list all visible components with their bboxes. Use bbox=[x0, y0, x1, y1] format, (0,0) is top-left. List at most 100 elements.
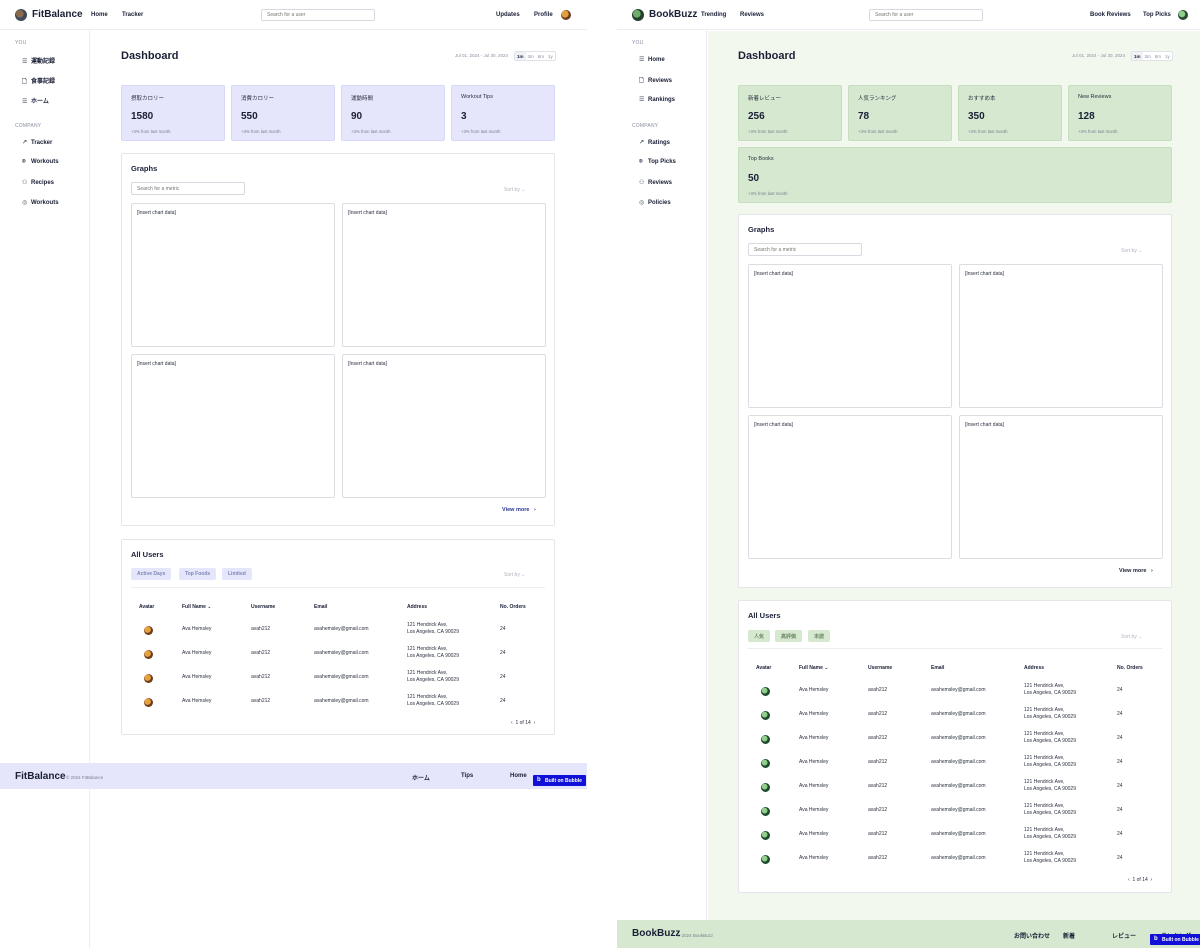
metric-search-input[interactable] bbox=[748, 243, 862, 256]
user-search-input[interactable] bbox=[869, 9, 983, 21]
row-email: avahemsley@gmail.com bbox=[314, 698, 369, 704]
sidebar-item-home[interactable]: ☰ Home bbox=[639, 56, 665, 66]
col-full-name[interactable]: Full Name ⌄ bbox=[799, 665, 829, 671]
filter-chip[interactable]: 人気 bbox=[748, 630, 771, 642]
filter-chip[interactable]: Top Foods bbox=[179, 568, 217, 580]
range-6m[interactable]: 6m bbox=[536, 52, 546, 60]
nav-updates[interactable]: Updates bbox=[496, 12, 520, 18]
nav-book-reviews[interactable]: Book Reviews bbox=[1090, 12, 1131, 18]
view-more-link[interactable]: View more › bbox=[1119, 568, 1153, 574]
stat-change: +3% from last month bbox=[748, 191, 788, 196]
brand-name[interactable]: BookBuzz bbox=[649, 9, 697, 20]
nav-profile[interactable]: Profile bbox=[534, 12, 553, 18]
trend-icon: ↗ bbox=[639, 140, 645, 146]
document-icon: 🗋 bbox=[639, 78, 644, 84]
profile-avatar[interactable] bbox=[561, 10, 571, 20]
sidebar-item-top-picks[interactable]: ⌾ Top Picks bbox=[639, 159, 676, 169]
filter-chip[interactable]: 高評価 bbox=[775, 630, 803, 642]
sidebar-heading-company: COMPANY bbox=[632, 123, 659, 129]
range-3m[interactable]: 3m bbox=[526, 52, 536, 60]
stat-label: 運動時間 bbox=[351, 96, 374, 102]
nav-tracker[interactable]: Tracker bbox=[122, 12, 143, 18]
sidebar-item-rankings[interactable]: ☰ Rankings bbox=[639, 96, 675, 106]
nav-top-picks[interactable]: Top Picks bbox=[1143, 12, 1171, 18]
sort-icon: ⌄ bbox=[207, 604, 212, 610]
stat-change: +3% from last month bbox=[748, 129, 788, 134]
metric-search-input[interactable] bbox=[131, 182, 245, 195]
sidebar-heading-company: COMPANY bbox=[15, 123, 42, 129]
sidebar-item-reviews-2[interactable]: ⚇ Reviews bbox=[639, 179, 672, 189]
chevron-right-icon: › bbox=[534, 507, 536, 513]
profile-avatar[interactable] bbox=[1178, 10, 1188, 20]
stat-change: +3% from last month bbox=[241, 129, 281, 134]
footer-link-home-jp[interactable]: ホーム bbox=[412, 773, 430, 782]
footer-link-contact[interactable]: お問い合わせ bbox=[1014, 931, 1050, 940]
sidebar-item-recipes[interactable]: ⚇ Recipes bbox=[22, 179, 54, 189]
brand-logo-icon[interactable] bbox=[15, 9, 27, 21]
row-username: avah212 bbox=[868, 687, 888, 693]
main-content: Dashboard Jul 01, 2024 - Jul 30, 2024 1m… bbox=[91, 31, 587, 948]
brand-name[interactable]: FitBalance bbox=[32, 9, 83, 20]
row-address: 121 Hendrick Ave, Los Angeles, CA 90029 bbox=[1024, 731, 1076, 744]
chevron-down-icon: ⌄ bbox=[1138, 634, 1143, 640]
row-email: avahemsley@gmail.com bbox=[931, 759, 986, 765]
row-username: avah212 bbox=[868, 735, 888, 741]
built-on-bubble-badge[interactable]: b Built on Bubble bbox=[533, 775, 586, 786]
brand-logo-icon[interactable] bbox=[632, 9, 644, 21]
sidebar-item-ratings[interactable]: ↗ Ratings bbox=[639, 139, 670, 149]
avatar bbox=[144, 626, 153, 635]
graphs-sort-dropdown[interactable]: Sort by ⌄ bbox=[1121, 248, 1142, 254]
stat-label: New Reviews bbox=[1078, 94, 1112, 100]
footer-link-new[interactable]: 新着 bbox=[1063, 931, 1075, 940]
stat-card: Workout Tips 3 +3% from last month bbox=[451, 85, 555, 141]
range-3m[interactable]: 3m bbox=[1143, 52, 1153, 60]
row-username: avah212 bbox=[868, 711, 888, 717]
chevron-left-icon[interactable]: ‹ bbox=[1128, 877, 1130, 883]
range-6m[interactable]: 6m bbox=[1153, 52, 1163, 60]
stat-label: おすすめ本 bbox=[968, 96, 996, 102]
footer-link-tips[interactable]: Tips bbox=[461, 773, 473, 779]
sidebar-item-exercise-log[interactable]: ☰ 運動記録 bbox=[22, 56, 55, 66]
chart-placeholder: [Insert chart data] bbox=[342, 203, 546, 347]
filter-chip[interactable]: 未読 bbox=[808, 630, 831, 642]
sidebar-item-policies[interactable]: ◎ Policies bbox=[639, 199, 671, 209]
sidebar-item-meal-log[interactable]: 🗋 食事記録 bbox=[22, 76, 55, 86]
chevron-right-icon[interactable]: › bbox=[534, 720, 536, 726]
sidebar-item-reviews[interactable]: 🗋 Reviews bbox=[639, 76, 672, 86]
nav-reviews[interactable]: Reviews bbox=[740, 12, 764, 18]
date-range[interactable]: Jul 01, 2024 - Jul 30, 2024 bbox=[1072, 53, 1125, 58]
filter-chip[interactable]: Active Days bbox=[131, 568, 172, 580]
chevron-left-icon[interactable]: ‹ bbox=[511, 720, 513, 726]
footer-link-home[interactable]: Home bbox=[510, 773, 527, 779]
avatar bbox=[761, 735, 770, 744]
pagination: ‹ 1 of 14 › bbox=[511, 720, 536, 726]
stat-card: おすすめ本 350 +3% from last month bbox=[958, 85, 1062, 141]
user-search-input[interactable] bbox=[261, 9, 375, 21]
view-more-link[interactable]: View more › bbox=[502, 507, 536, 513]
graphs-sort-dropdown[interactable]: Sort by ⌄ bbox=[504, 187, 525, 193]
range-1y[interactable]: 1y bbox=[546, 52, 555, 60]
built-on-bubble-badge[interactable]: b Built on Bubble bbox=[1150, 934, 1200, 945]
row-name: Ava Hemsley bbox=[799, 783, 829, 789]
sidebar-item-workouts[interactable]: ⌾ Workouts bbox=[22, 159, 59, 169]
fitbalance-app: FitBalance Home Tracker Updates Profile … bbox=[0, 0, 587, 948]
users-sort-dropdown[interactable]: Sort by ⌄ bbox=[1121, 634, 1142, 640]
col-full-name[interactable]: Full Name ⌄ bbox=[182, 604, 212, 610]
date-range[interactable]: Jul 01, 2024 - Jul 30, 2024 bbox=[455, 53, 508, 58]
users-sort-dropdown[interactable]: Sort by ⌄ bbox=[504, 572, 525, 578]
range-1y[interactable]: 1y bbox=[1163, 52, 1172, 60]
main-content: Dashboard Jul 01, 2024 - Jul 30, 2024 1m… bbox=[708, 31, 1200, 948]
stat-value: 50 bbox=[748, 173, 760, 184]
filter-chip[interactable]: Limited bbox=[222, 568, 252, 580]
sidebar-item-workouts-2[interactable]: ◎ Workouts bbox=[22, 199, 59, 209]
range-1m[interactable]: 1m bbox=[1132, 52, 1143, 60]
nav-home[interactable]: Home bbox=[91, 12, 108, 18]
sidebar-item-home[interactable]: ☰ ホーム bbox=[22, 96, 49, 106]
nav-trending[interactable]: Trending bbox=[701, 12, 726, 18]
col-orders: No. Orders bbox=[500, 604, 526, 610]
sort-icon: ⌄ bbox=[824, 665, 829, 671]
footer-link-reviews[interactable]: レビュー bbox=[1112, 931, 1136, 940]
sidebar-item-tracker[interactable]: ↗ Tracker bbox=[22, 139, 52, 149]
chevron-right-icon[interactable]: › bbox=[1151, 877, 1153, 883]
range-1m[interactable]: 1m bbox=[515, 52, 526, 60]
